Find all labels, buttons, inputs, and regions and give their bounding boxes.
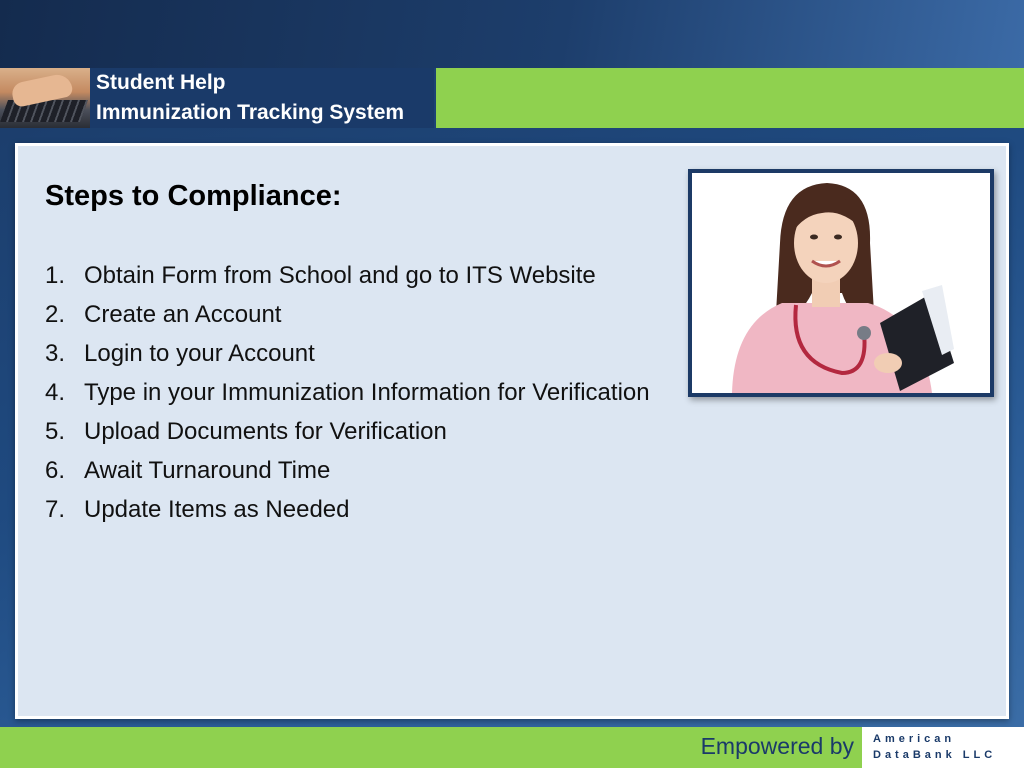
american-databank-logo: American DataBank LLC bbox=[862, 727, 1024, 768]
typing-hands-image bbox=[0, 68, 90, 128]
step-text: Login to your Account bbox=[84, 340, 315, 367]
step-text: Update Items as Needed bbox=[84, 496, 350, 523]
content-panel: Steps to Compliance: 1. Obtain Form from … bbox=[15, 143, 1009, 719]
steps-heading: Steps to Compliance: bbox=[45, 180, 342, 212]
steps-list: 1. Obtain Form from School and go to ITS … bbox=[45, 256, 665, 529]
step-number: 2. bbox=[45, 301, 66, 328]
list-item: 2. Create an Account bbox=[45, 295, 665, 334]
step-number: 4. bbox=[45, 379, 66, 406]
step-number: 1. bbox=[45, 262, 66, 289]
slide-header: Student Help Immunization Tracking Syste… bbox=[0, 68, 1024, 128]
step-number: 5. bbox=[45, 418, 66, 445]
list-item: 7. Update Items as Needed bbox=[45, 490, 665, 529]
step-number: 6. bbox=[45, 457, 66, 484]
header-title-line2: Immunization Tracking System bbox=[96, 101, 405, 124]
nurse-photo bbox=[688, 169, 994, 397]
footer-bar: Empowered by bbox=[0, 727, 862, 768]
step-text: Type in your Immunization Information fo… bbox=[84, 379, 650, 406]
step-text: Obtain Form from School and go to ITS We… bbox=[84, 262, 596, 289]
empowered-by-text: Empowered by bbox=[700, 733, 854, 759]
step-number: 7. bbox=[45, 496, 66, 523]
step-text: Await Turnaround Time bbox=[84, 457, 331, 484]
top-gradient-band bbox=[0, 0, 1024, 68]
header-accent-bar bbox=[436, 68, 1024, 128]
step-number: 3. bbox=[45, 340, 66, 367]
step-text: Create an Account bbox=[84, 301, 282, 328]
list-item: 1. Obtain Form from School and go to ITS … bbox=[45, 256, 665, 295]
keyboard-shape bbox=[0, 100, 89, 122]
header-title: Student Help Immunization Tracking Syste… bbox=[90, 68, 434, 128]
nurse-illustration bbox=[692, 173, 990, 393]
list-item: 4. Type in your Immunization Information … bbox=[45, 373, 665, 412]
list-item: 5. Upload Documents for Verification bbox=[45, 412, 665, 451]
logo-line2: DataBank LLC bbox=[873, 749, 997, 761]
logo-line1: American bbox=[873, 733, 956, 745]
step-text: Upload Documents for Verification bbox=[84, 418, 447, 445]
list-item: 6. Await Turnaround Time bbox=[45, 451, 665, 490]
list-item: 3. Login to your Account bbox=[45, 334, 665, 373]
header-title-line1: Student Help bbox=[96, 71, 226, 94]
